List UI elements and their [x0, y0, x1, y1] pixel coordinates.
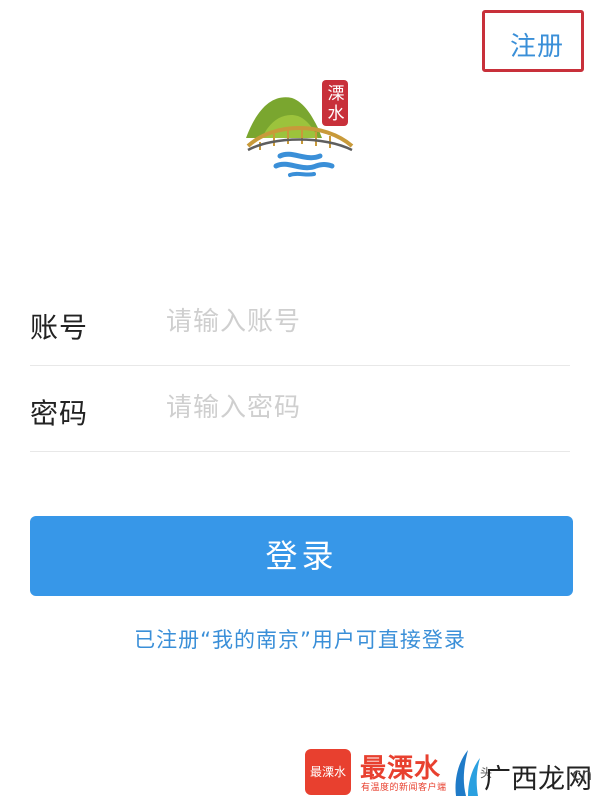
login-page: 注册 溧水 账号 密码 登录 已注册“我的南京”用户可直接登录 最溧水 最溧水 …: [0, 0, 600, 803]
account-row: 账号: [30, 280, 570, 366]
watermark-badge-text: 最溧水: [309, 765, 346, 779]
watermark-site-suffix: cn: [572, 765, 593, 785]
account-label: 账号: [30, 311, 89, 344]
password-label: 密码: [30, 397, 89, 430]
register-link[interactable]: 注册: [510, 26, 564, 63]
watermark-slogan: 有温度的新闻客户端: [361, 783, 447, 793]
logo-seal-text: 溧水: [327, 84, 345, 124]
account-input[interactable]: [166, 300, 546, 344]
login-hint: 已注册“我的南京”用户可直接登录: [134, 628, 466, 652]
password-input[interactable]: [166, 386, 546, 430]
login-button[interactable]: 登录: [30, 516, 573, 596]
password-row: 密码: [30, 366, 570, 452]
watermark-badge: 最溧水: [305, 749, 351, 795]
